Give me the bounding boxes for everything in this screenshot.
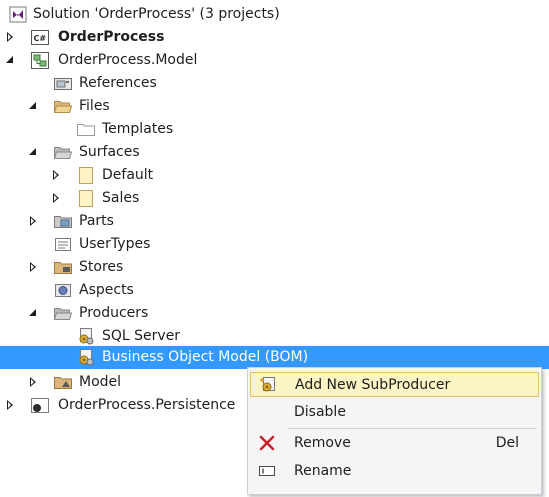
folder-open-icon — [54, 305, 72, 322]
tree-item-label: SQL Server — [102, 328, 181, 344]
tree-item-solution[interactable]: Solution 'OrderProcess' (3 projects) — [0, 3, 549, 26]
references-icon — [54, 75, 72, 92]
tree-item-default[interactable]: Default — [0, 164, 549, 187]
collapse-arrow-icon[interactable] — [28, 302, 40, 325]
menu-separator — [288, 428, 537, 429]
tree-item-aspects[interactable]: Aspects — [0, 279, 549, 302]
add-subproducer-icon — [259, 376, 277, 394]
svg-text:C#: C# — [34, 34, 47, 43]
menu-item-label: Remove — [294, 435, 351, 451]
menu-item-remove[interactable]: Remove Del — [250, 431, 539, 456]
solution-icon — [9, 6, 27, 23]
tree-item-parts[interactable]: Parts — [0, 210, 549, 233]
tree-item-references[interactable]: References — [0, 72, 549, 95]
tree-item-usertypes[interactable]: UserTypes — [0, 233, 549, 256]
context-menu: Add New SubProducer Disable Remove Del R… — [247, 367, 542, 495]
tree-item-label: References — [79, 75, 157, 91]
tree-item-label: Sales — [102, 190, 140, 206]
tree-item-label: OrderProcess.Persistence — [58, 397, 236, 413]
model-project-icon — [31, 52, 49, 69]
tree-item-label: Business Object Model (BOM) — [102, 349, 309, 365]
expand-arrow-icon[interactable] — [51, 164, 63, 187]
tree-item-sales[interactable]: Sales — [0, 187, 549, 210]
tree-item-label: Producers — [79, 305, 149, 321]
menu-item-label: Rename — [294, 463, 352, 479]
tree-item-label: Files — [79, 98, 110, 114]
aspects-icon — [54, 282, 72, 299]
collapse-arrow-icon[interactable] — [5, 49, 17, 72]
tree-item-bom[interactable]: Business Object Model (BOM) — [0, 346, 549, 369]
menu-item-add-new-subproducer[interactable]: Add New SubProducer — [250, 372, 539, 397]
menu-item-shortcut: Del — [495, 435, 519, 451]
model-folder-icon — [54, 374, 72, 391]
rename-icon — [258, 462, 276, 480]
menu-item-rename[interactable]: Rename — [250, 459, 539, 484]
tree-item-files[interactable]: Files — [0, 95, 549, 118]
tree-item-label: Aspects — [79, 282, 134, 298]
folder-open-icon — [54, 144, 72, 161]
tree-item-label: UserTypes — [79, 236, 151, 252]
parts-icon — [54, 213, 72, 230]
collapse-arrow-icon[interactable] — [28, 141, 40, 164]
tree-item-surfaces[interactable]: Surfaces — [0, 141, 549, 164]
expand-arrow-icon[interactable] — [51, 187, 63, 210]
tree-item-sql-server[interactable]: SQL Server — [0, 325, 549, 348]
expand-arrow-icon[interactable] — [28, 371, 40, 394]
tree-item-label: OrderProcess.Model — [58, 52, 198, 68]
tree-item-label: Solution 'OrderProcess' (3 projects) — [33, 6, 280, 22]
persistence-project-icon — [31, 397, 49, 414]
usertypes-icon — [54, 236, 72, 253]
menu-item-label: Disable — [294, 404, 346, 420]
expand-arrow-icon[interactable] — [5, 394, 17, 417]
tree-item-orderprocess-model[interactable]: OrderProcess.Model — [0, 49, 549, 72]
tree-item-label: Templates — [102, 121, 174, 137]
tree-item-label: Default — [102, 167, 154, 183]
tree-item-label: Surfaces — [79, 144, 140, 160]
menu-item-disable[interactable]: Disable — [250, 400, 539, 425]
remove-icon — [258, 434, 276, 452]
stores-icon — [54, 259, 72, 276]
tree-item-orderprocess[interactable]: C# OrderProcess — [0, 26, 549, 49]
producer-icon — [77, 349, 95, 366]
folder-open-icon — [54, 98, 72, 115]
expand-arrow-icon[interactable] — [28, 210, 40, 233]
tree-item-label: Model — [79, 374, 122, 390]
collapse-arrow-icon[interactable] — [28, 95, 40, 118]
tree-item-label: Parts — [79, 213, 114, 229]
menu-item-label: Add New SubProducer — [295, 377, 451, 393]
surface-icon — [77, 167, 95, 184]
producer-icon — [77, 328, 95, 345]
tree-item-templates[interactable]: Templates — [0, 118, 549, 141]
tree-item-producers[interactable]: Producers — [0, 302, 549, 325]
folder-empty-icon — [77, 121, 95, 138]
expand-arrow-icon[interactable] — [5, 26, 17, 49]
tree-item-stores[interactable]: Stores — [0, 256, 549, 279]
expand-arrow-icon[interactable] — [28, 256, 40, 279]
csharp-project-icon: C# — [31, 29, 49, 46]
surface-icon — [77, 190, 95, 207]
tree-item-label: OrderProcess — [58, 29, 165, 45]
tree-item-label: Stores — [79, 259, 124, 275]
